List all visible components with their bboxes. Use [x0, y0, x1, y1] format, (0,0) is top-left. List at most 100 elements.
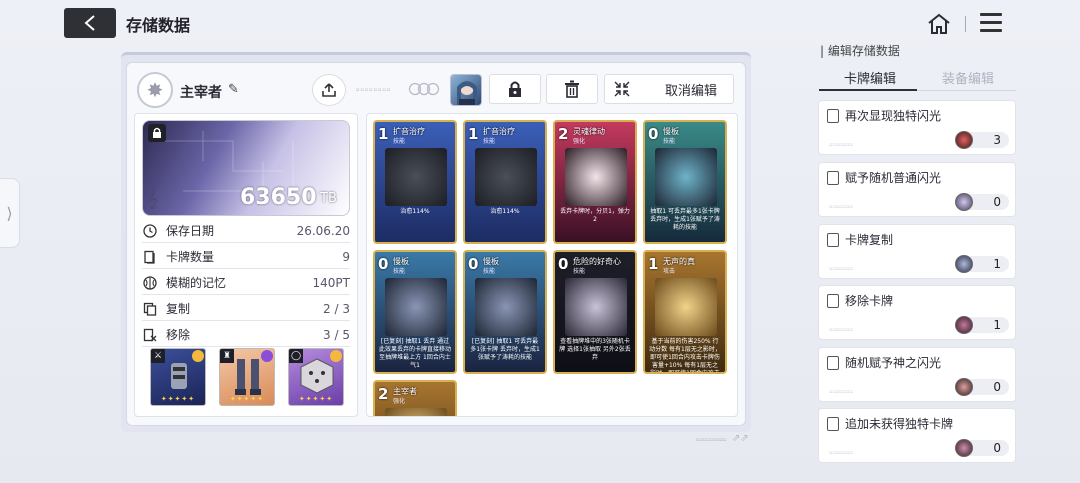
info-row-memory: 模糊的记忆 140PT [142, 271, 350, 295]
cancel-edit-button[interactable]: 取消编辑 [604, 74, 734, 104]
decor-dots: ▫▫▫▫▫▫▫ [829, 266, 853, 272]
cancel-edit-label: 取消编辑 [664, 83, 717, 99]
equipment-weapon[interactable]: ⚔ ✦✦✦✦✦ [150, 348, 206, 406]
deck-card[interactable]: 2 主宰者 强化 [373, 380, 457, 416]
tab-active-indicator [819, 89, 917, 91]
card-art [565, 148, 627, 206]
collapse-arrows-icon [614, 81, 630, 97]
deck-card[interactable]: 2 灵魂律动 强化 丢弃卡牌时，分贝1，弹力2 [553, 120, 637, 244]
card-desc: 抽取1 可丢弃最多1张卡牌 丢弃时，生成1张赋予了涛耗的技能 [650, 208, 720, 231]
info-value: 2 / 3 [323, 301, 350, 316]
token-icon [955, 193, 973, 211]
info-label: 移除 [166, 328, 191, 342]
brain-icon [142, 275, 158, 291]
token-icon [955, 316, 973, 334]
tab-card-edit[interactable]: 卡牌编辑 [844, 68, 896, 87]
card-cost: 0 [378, 255, 389, 273]
deck-card[interactable]: 1 扩音治疗 技能 治愈114% [373, 120, 457, 244]
card-type: 攻击 [663, 268, 676, 275]
info-value: 9 [342, 249, 350, 264]
music-note-icon: 𝄞 [147, 188, 158, 209]
card-art [385, 278, 447, 336]
owner-avatar: ✸ [137, 72, 173, 108]
card-desc: 基于当前的伤害250% 行动分数 每有1层无之影时，即可使1回合内攻击卡牌伤害量… [649, 338, 721, 374]
ability-item[interactable]: 移除卡牌 ▫▫▫▫▫▫▫ 1 [818, 285, 1016, 340]
equipment-armor[interactable]: ♜ ✦✦✦✦✦ [219, 348, 275, 406]
card-art [475, 278, 537, 336]
lock-icon [509, 81, 521, 97]
tab-equip-edit[interactable]: 装备编辑 [942, 68, 994, 87]
ability-item[interactable]: 赋予随机普通闪光 ▫▫▫▫▫▫▫ 0 [818, 162, 1016, 217]
banner-lock-icon [148, 124, 166, 142]
card-type: 技能 [573, 268, 586, 275]
card-desc: [已复刻] 抽取1 丢弃 通过此效果丢弃的卡牌直接移动至抽牌堆最上方 1回合内士… [379, 338, 452, 369]
home-icon[interactable] [926, 12, 952, 36]
info-row-save-date: 保存日期 26.06.20 [142, 219, 350, 243]
share-icon [322, 83, 336, 97]
decor-mark: ▫▫▫▫▫▫▫▫ [356, 87, 392, 93]
card-art [475, 148, 537, 206]
info-label: 复制 [166, 302, 191, 316]
equipment-accessory[interactable]: ◯ ✦✦✦✦✦ [288, 348, 344, 406]
card-ability-icon [827, 356, 839, 370]
deck-card[interactable]: 0 危险的好奇心 技能 查看抽牌堆中的3张随机卡牌 选择1张抽取 另外2张丢弃 [553, 250, 637, 374]
share-button[interactable] [312, 74, 346, 106]
remove-card-icon [142, 327, 158, 343]
token-icon [955, 439, 973, 457]
footer-mark: ▫▫▫▫▫▫▫▫▫ [696, 437, 727, 443]
star-rating-icon: ✦✦✦✦✦ [298, 395, 334, 403]
info-row-card-count: 卡牌数量 9 [142, 245, 350, 269]
deck-card[interactable]: 1 无声的真 攻击 基于当前的伤害250% 行动分数 每有1层无之影时，即可使1… [643, 250, 727, 374]
decor-dots: ▫▫▫▫▫▫▫ [829, 142, 853, 148]
expand-arrows-icon: ⇗⇗ [732, 433, 749, 444]
token-icon [955, 378, 973, 396]
ability-item[interactable]: 追加未获得独特卡牌 ▫▫▫▫▫▫▫ 0 [818, 408, 1016, 463]
data-amount: 63650 [240, 185, 317, 210]
ability-item[interactable]: 随机赋予神之闪光 ▫▫▫▫▫▫▫ 0 [818, 347, 1016, 402]
ability-label: 赋予随机普通闪光 [845, 171, 942, 185]
deck-card[interactable]: 1 扩音治疗 技能 治愈114% [463, 120, 547, 244]
delete-button[interactable] [546, 74, 598, 104]
ability-item[interactable]: 卡牌复制 ▫▫▫▫▫▫▫ 1 [818, 224, 1016, 279]
rarity-badge-icon [192, 350, 204, 362]
copy-ability-icon [827, 233, 839, 247]
card-desc: 治愈114% [490, 208, 520, 215]
card-icon [142, 249, 158, 265]
edit-name-icon[interactable]: ✎ [228, 82, 239, 97]
card-type: 强化 [573, 138, 586, 145]
card-grid: 1 扩音治疗 技能 治愈114% 1 扩音治疗 技能 治愈114% 2 灵魂律动… [366, 113, 738, 417]
deck-card[interactable]: 0 慢板 技能 [已复刻] 抽取1 可丢弃最多1张卡牌 丢弃时，生成1张赋予了涛… [463, 250, 547, 374]
back-arrow-icon [84, 15, 95, 31]
ability-label: 追加未获得独特卡牌 [845, 417, 954, 431]
star-icon: ✸ [146, 78, 164, 102]
data-unit: TB [320, 191, 337, 206]
armor-icon: ♜ [220, 349, 234, 363]
ability-label: 移除卡牌 [845, 294, 894, 308]
header-divider [965, 16, 966, 32]
info-label: 模糊的记忆 [166, 276, 227, 290]
deck-card[interactable]: 0 慢板 技能 抽取1 可丢弃最多1张卡牌 丢弃时，生成1张赋予了涛耗的技能 [643, 120, 727, 244]
lock-button[interactable] [489, 74, 541, 104]
side-expand-tab[interactable]: ⟩ [0, 178, 20, 248]
card-cost: 1 [648, 255, 659, 273]
ability-item[interactable]: 再次显现独特闪光 ▫▫▫▫▫▫▫ 3 [818, 100, 1016, 155]
deck-card[interactable]: 0 慢板 技能 [已复刻] 抽取1 丢弃 通过此效果丢弃的卡牌直接移动至抽牌堆最… [373, 250, 457, 374]
menu-icon[interactable] [980, 13, 1002, 33]
page-title: 存储数据 [126, 16, 191, 35]
card-ability-icon [827, 109, 839, 123]
info-value: 3 / 5 [323, 327, 350, 342]
rings-icon [408, 82, 440, 96]
card-desc: 治愈114% [400, 208, 430, 215]
decor-dots: ▫▫▫▫▫▫▫ [829, 204, 853, 210]
character-portrait[interactable] [450, 74, 482, 106]
ring-icon: ◯ [289, 349, 303, 363]
ability-label: 卡牌复制 [845, 233, 894, 247]
card-cost: 2 [558, 125, 569, 143]
trash-icon [565, 80, 579, 98]
card-desc: 丢弃卡牌时，分贝1，弹力2 [560, 208, 630, 223]
star-rating-icon: ✦✦✦✦✦ [229, 395, 265, 403]
card-type: 技能 [483, 268, 496, 275]
star-rating-icon: ✦✦✦✦✦ [160, 395, 196, 403]
back-button[interactable] [64, 8, 116, 38]
card-desc: [已复刻] 抽取1 可丢弃最多1张卡牌 丢弃时，生成1张赋予了涛耗的技能 [470, 338, 540, 361]
